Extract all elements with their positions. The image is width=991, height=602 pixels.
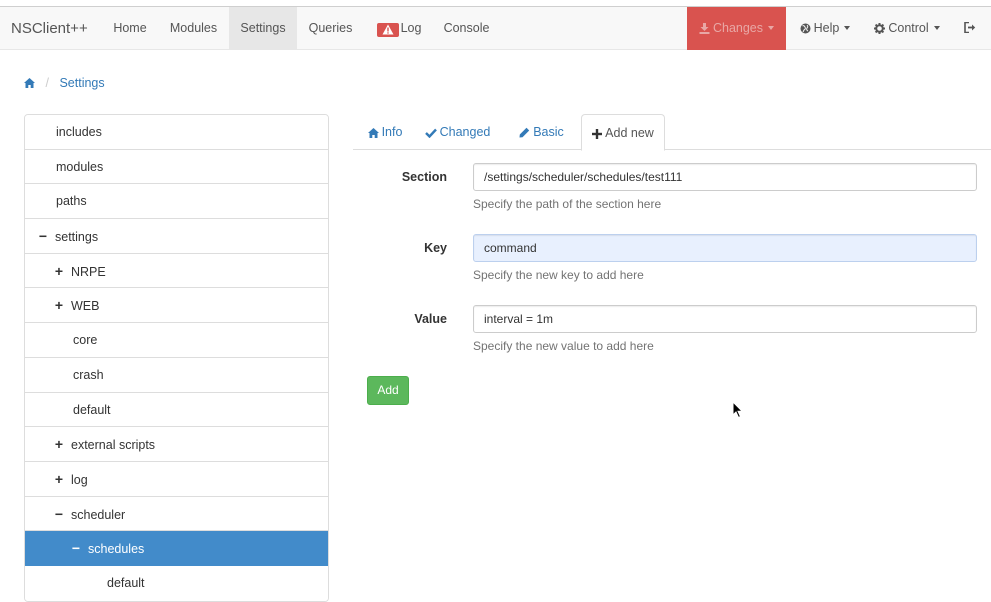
nav-queries-label: Queries bbox=[308, 21, 353, 35]
tab-basic-label: Basic bbox=[533, 125, 564, 139]
tree-item-settings[interactable]: − settings bbox=[25, 219, 328, 254]
changes-label: Changes bbox=[712, 21, 764, 35]
tree-item-scheduler[interactable]: − scheduler bbox=[25, 496, 328, 532]
tree-item-crash[interactable]: crash bbox=[25, 357, 328, 393]
tree-item-includes[interactable]: includes bbox=[25, 115, 328, 150]
nav-home[interactable]: Home bbox=[103, 7, 157, 50]
plus-icon[interactable]: + bbox=[53, 427, 65, 462]
tab-add-new-label: Add new bbox=[605, 126, 654, 140]
tree-item-label: log bbox=[71, 472, 88, 487]
tree-item-log[interactable]: + log bbox=[25, 461, 328, 497]
tree-item-label: default bbox=[107, 575, 145, 590]
add-button[interactable]: Add bbox=[367, 376, 409, 405]
tree-item-label: settings bbox=[55, 230, 99, 245]
tab-info-label: Info bbox=[381, 125, 403, 139]
pencil-icon bbox=[519, 127, 530, 138]
settings-tree: includes modules paths − settings + NRPE +… bbox=[24, 114, 329, 602]
section-label: Section bbox=[401, 170, 447, 184]
plus-icon[interactable]: + bbox=[53, 254, 65, 289]
tree-item-default[interactable]: default bbox=[25, 392, 328, 428]
tree-item-schedules[interactable]: − schedules bbox=[25, 531, 328, 566]
download-icon bbox=[699, 23, 710, 34]
nav-log[interactable]: Log bbox=[366, 7, 432, 50]
tab-basic[interactable]: Basic bbox=[515, 114, 568, 150]
tabs: Info Changed Basic Add new bbox=[353, 114, 991, 151]
nav-modules-label: Modules bbox=[169, 21, 218, 35]
tree-item-modules[interactable]: modules bbox=[25, 149, 328, 185]
control-dropdown[interactable]: Control bbox=[866, 7, 948, 50]
value-input[interactable] bbox=[473, 305, 977, 333]
navbar: NSClient++ Home Modules Settings Queries… bbox=[0, 7, 991, 50]
nav-settings-label: Settings bbox=[240, 21, 286, 35]
tree-item-label: includes bbox=[56, 125, 102, 139]
nav-settings[interactable]: Settings bbox=[229, 7, 297, 50]
minus-icon[interactable]: − bbox=[70, 531, 82, 566]
breadcrumb-settings[interactable]: Settings bbox=[59, 76, 104, 90]
warning-icon bbox=[376, 23, 399, 37]
logout-button[interactable] bbox=[955, 7, 985, 50]
section-input[interactable] bbox=[473, 163, 977, 191]
tab-changed-label: Changed bbox=[439, 125, 491, 139]
home-icon[interactable] bbox=[24, 78, 35, 88]
value-label: Value bbox=[414, 312, 447, 326]
plus-icon bbox=[592, 129, 603, 139]
nav-console[interactable]: Console bbox=[435, 7, 498, 50]
minus-icon[interactable]: − bbox=[53, 497, 65, 532]
key-help: Specify the new key to add here bbox=[473, 268, 644, 282]
tab-add-new[interactable]: Add new bbox=[581, 114, 665, 151]
nav-queries[interactable]: Queries bbox=[299, 7, 362, 50]
value-help: Specify the new value to add here bbox=[473, 339, 654, 353]
tree-item-label: external scripts bbox=[71, 438, 156, 453]
brand[interactable]: NSClient++ bbox=[11, 7, 88, 50]
changes-dropdown[interactable]: Changes bbox=[687, 7, 786, 50]
globe-icon bbox=[800, 23, 811, 34]
window-top-strip bbox=[0, 0, 991, 7]
nav-console-label: Console bbox=[443, 21, 490, 35]
tree-item-paths[interactable]: paths bbox=[25, 184, 328, 220]
tree-item-label: crash bbox=[73, 367, 104, 382]
tree-item-label: WEB bbox=[71, 299, 100, 314]
tree-item-label: scheduler bbox=[71, 507, 126, 522]
help-dropdown[interactable]: Help bbox=[790, 7, 860, 50]
tree-item-label: default bbox=[73, 402, 111, 417]
key-input[interactable] bbox=[473, 234, 977, 262]
breadcrumb-separator: / bbox=[45, 76, 49, 90]
plus-icon[interactable]: + bbox=[53, 288, 65, 323]
help-label: Help bbox=[813, 21, 840, 35]
chevron-down-icon bbox=[768, 26, 775, 30]
plus-icon[interactable]: + bbox=[53, 462, 65, 497]
tree-item-external-scripts[interactable]: + external scripts bbox=[25, 427, 328, 462]
home-icon bbox=[367, 128, 379, 138]
tree-item-label: schedules bbox=[88, 542, 145, 557]
chevron-down-icon bbox=[933, 26, 940, 30]
tab-changed[interactable]: Changed bbox=[421, 114, 494, 150]
tree-item-label: paths bbox=[56, 194, 87, 209]
tree-item-nrpe[interactable]: + NRPE bbox=[25, 253, 328, 289]
tree-item-core[interactable]: core bbox=[25, 323, 328, 358]
check-icon bbox=[424, 128, 437, 138]
nav-modules[interactable]: Modules bbox=[160, 7, 227, 50]
tree-item-label: NRPE bbox=[71, 264, 106, 279]
nav-log-label: Log bbox=[400, 21, 422, 35]
logout-icon bbox=[964, 21, 976, 34]
mouse-cursor-icon bbox=[732, 401, 744, 419]
chevron-down-icon bbox=[844, 26, 851, 30]
tab-info[interactable]: Info bbox=[359, 114, 411, 150]
tree-item-web[interactable]: + WEB bbox=[25, 288, 328, 324]
section-help: Specify the path of the section here bbox=[473, 197, 662, 211]
breadcrumb: / Settings bbox=[24, 75, 105, 91]
gear-icon bbox=[874, 23, 886, 34]
tree-item-label: core bbox=[73, 333, 98, 348]
tree-item-label: modules bbox=[56, 159, 104, 174]
nav-home-label: Home bbox=[113, 21, 147, 35]
tree-item-default-schedule[interactable]: default bbox=[25, 565, 328, 601]
control-label: Control bbox=[888, 21, 929, 35]
minus-icon[interactable]: − bbox=[37, 219, 49, 254]
key-label: Key bbox=[424, 241, 447, 255]
